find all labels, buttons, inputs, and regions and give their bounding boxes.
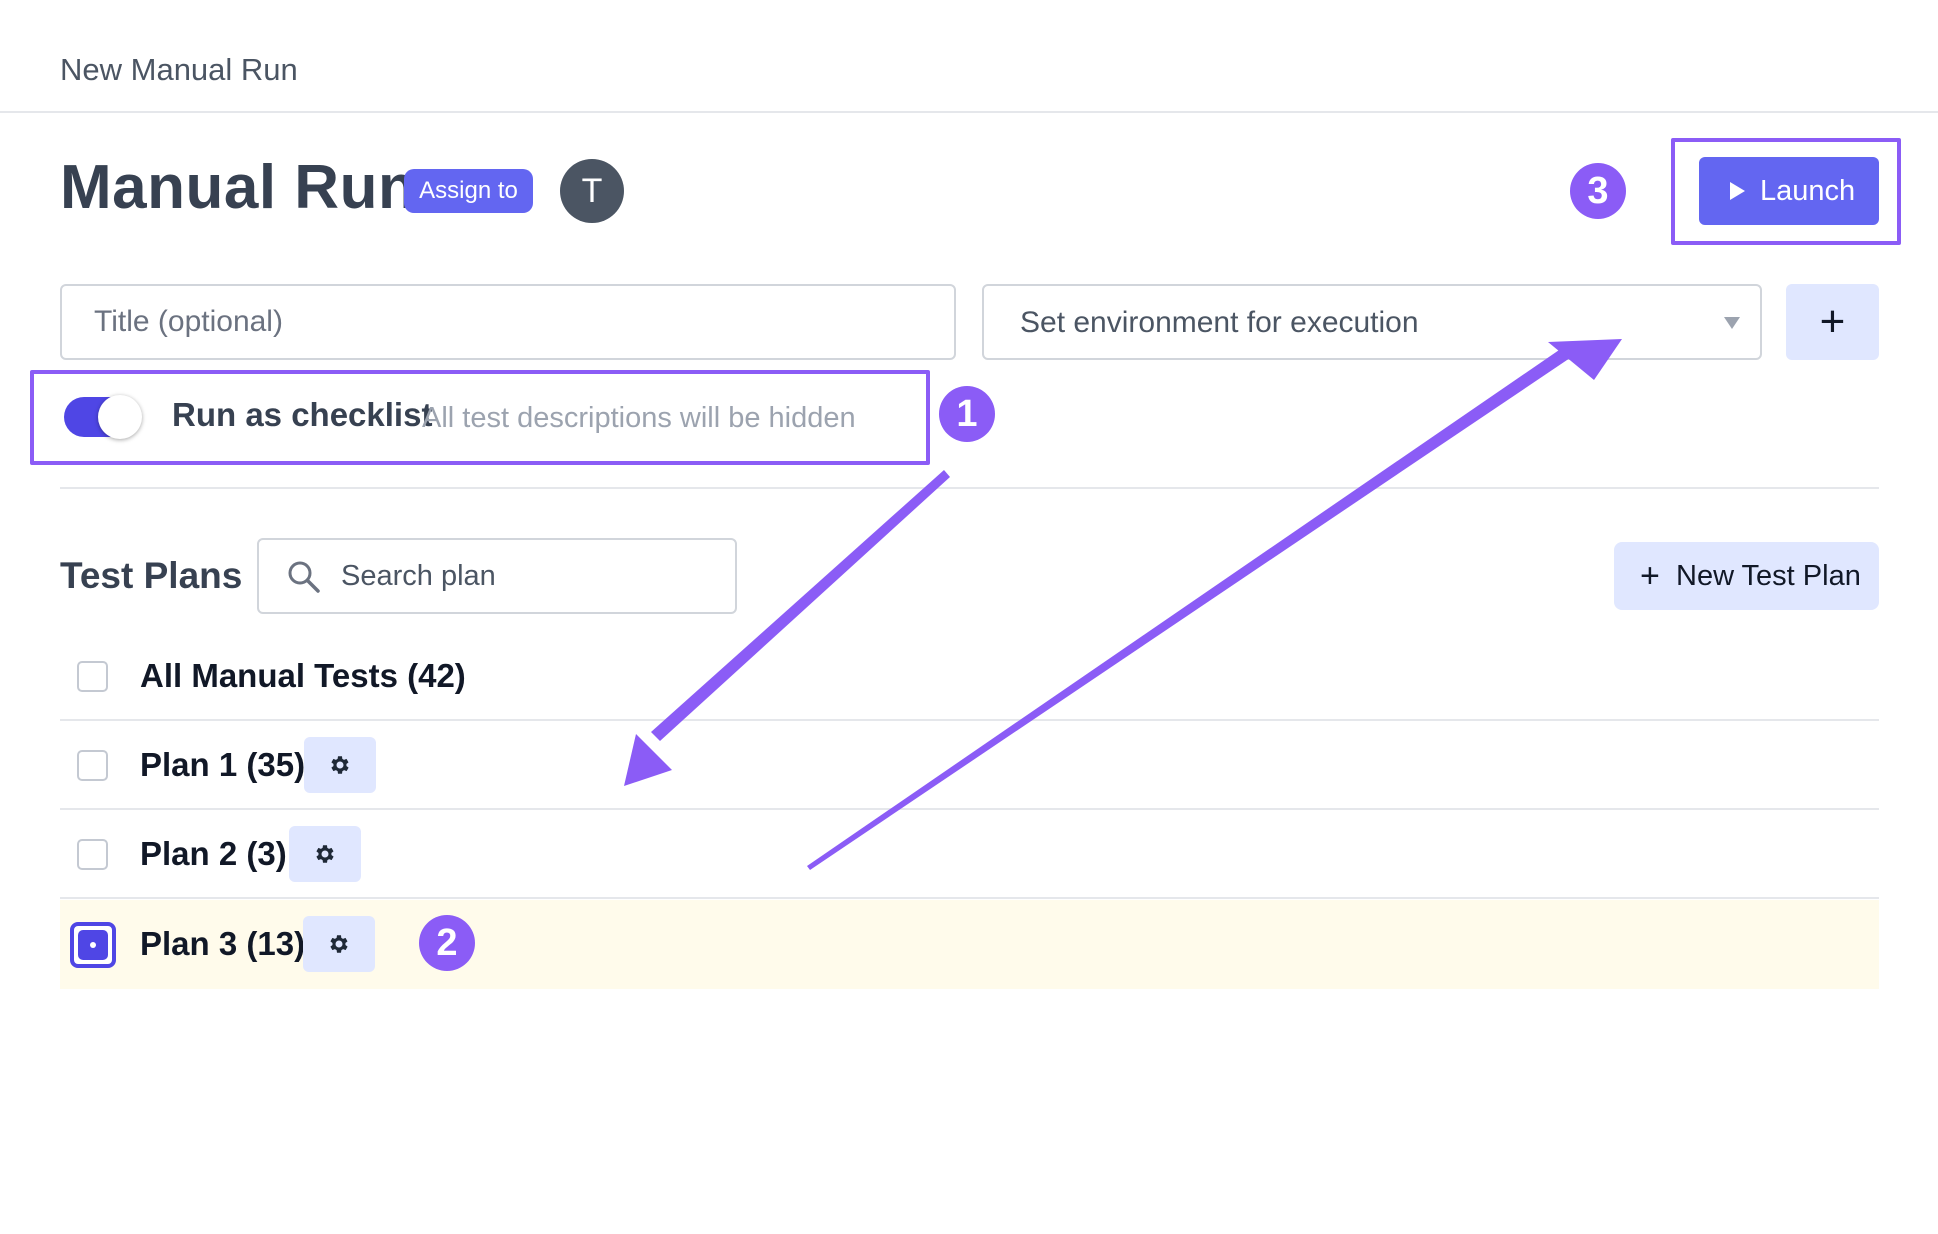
plan-checkbox[interactable] bbox=[77, 661, 108, 692]
search-plan-placeholder: Search plan bbox=[341, 560, 496, 592]
add-environment-button[interactable]: + bbox=[1786, 284, 1879, 360]
assignee-avatar[interactable]: T bbox=[560, 159, 624, 223]
launch-button-label: Launch bbox=[1760, 175, 1856, 207]
plan-row-plan-3[interactable]: Plan 3 (13) bbox=[60, 900, 1879, 989]
plan-row-plan-1[interactable]: Plan 1 (35) bbox=[60, 721, 1879, 810]
plan-settings-button[interactable] bbox=[303, 916, 375, 972]
run-as-checklist-toggle[interactable] bbox=[64, 395, 142, 439]
run-title-input[interactable] bbox=[60, 284, 956, 360]
plan-settings-button[interactable] bbox=[289, 826, 361, 882]
plan-label: All Manual Tests (42) bbox=[140, 657, 466, 694]
annotation-badge-1: 1 bbox=[939, 386, 995, 442]
play-icon bbox=[1730, 182, 1745, 200]
gear-icon bbox=[331, 756, 349, 774]
environment-select[interactable]: Set environment for execution bbox=[982, 284, 1762, 360]
plus-icon: + bbox=[1640, 557, 1660, 595]
plan-label: Plan 2 (3) bbox=[140, 835, 287, 872]
top-bar: New Manual Run bbox=[0, 0, 1938, 113]
toggle-knob bbox=[98, 395, 142, 439]
run-as-checklist-label: Run as checklist bbox=[172, 396, 433, 433]
breadcrumb-title: New Manual Run bbox=[60, 52, 298, 87]
plan-checkbox-checked[interactable] bbox=[70, 922, 116, 968]
plan-checkbox[interactable] bbox=[77, 839, 108, 870]
search-icon bbox=[288, 561, 320, 593]
annotation-badge-2: 2 bbox=[419, 915, 475, 971]
checkbox-fill bbox=[78, 930, 108, 960]
gear-icon bbox=[330, 935, 348, 953]
run-as-checklist-hint: All test descriptions will be hidden bbox=[422, 402, 856, 434]
plan-label: Plan 3 (13) bbox=[140, 925, 306, 962]
page-title: Manual Run bbox=[60, 153, 417, 222]
new-test-plan-button[interactable]: + New Test Plan bbox=[1614, 542, 1879, 610]
annotation-badge-3: 3 bbox=[1570, 163, 1626, 219]
new-test-plan-label: New Test Plan bbox=[1676, 560, 1861, 592]
gear-icon bbox=[316, 845, 334, 863]
test-plans-title: Test Plans bbox=[60, 555, 243, 596]
plan-label: Plan 1 (35) bbox=[140, 746, 306, 783]
checkbox-dot bbox=[90, 942, 96, 948]
assign-to-button[interactable]: Assign to bbox=[404, 169, 533, 213]
launch-button[interactable]: Launch bbox=[1699, 157, 1879, 225]
environment-select-value: Set environment for execution bbox=[1020, 306, 1419, 339]
search-plan-input[interactable]: Search plan bbox=[257, 538, 737, 614]
plan-checkbox[interactable] bbox=[77, 750, 108, 781]
plan-row-all-manual-tests[interactable]: All Manual Tests (42) bbox=[60, 632, 1879, 721]
section-divider bbox=[60, 487, 1879, 489]
plan-row-plan-2[interactable]: Plan 2 (3) bbox=[60, 810, 1879, 899]
plan-settings-button[interactable] bbox=[304, 737, 376, 793]
chevron-down-icon bbox=[1724, 317, 1740, 329]
